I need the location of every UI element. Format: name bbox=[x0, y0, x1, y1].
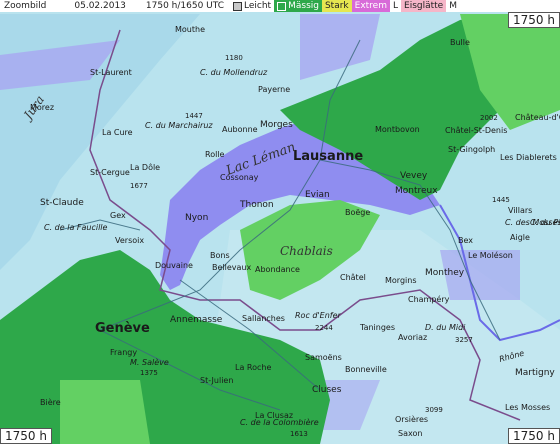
label-le-buet: Orsières bbox=[395, 414, 428, 424]
label-bex: Le Moléson bbox=[468, 250, 513, 260]
label-thonon: Thonon bbox=[239, 200, 274, 210]
label-les-diablerets: Aigle bbox=[510, 233, 530, 242]
legend-stark: Stark bbox=[321, 0, 352, 12]
label-chablais: Chablais bbox=[280, 244, 333, 258]
label-montbovon: St-Gingolph bbox=[448, 145, 495, 154]
label-frangy: Bière bbox=[40, 397, 61, 407]
label-aubonne: Rolle bbox=[205, 150, 225, 159]
label-aigle: Bex bbox=[458, 236, 473, 245]
label-st-claude: St-Claude bbox=[40, 198, 84, 208]
label-c-de-la-colombiere: C. de la Colombière bbox=[240, 417, 319, 427]
label-c-de-la-faucille: C. de la Faucille bbox=[44, 223, 108, 232]
label-evian: Evian bbox=[305, 190, 330, 200]
label-st-gingolph: Boëge bbox=[345, 208, 370, 217]
legend-m: M bbox=[449, 1, 457, 11]
label-mouthe: Mouthe bbox=[175, 25, 205, 34]
legend-l: L bbox=[393, 1, 399, 11]
altitude-bottom-right: 1750 h bbox=[508, 428, 560, 444]
label-annemasse: Annemasse bbox=[170, 315, 223, 325]
label-les-mosses: Villars bbox=[508, 206, 532, 215]
label-monthey: Monthey bbox=[425, 268, 465, 278]
label-abondance: Châtel bbox=[340, 273, 366, 282]
label-c-du-mollendruz: C. du Mollendruz bbox=[200, 68, 268, 77]
label-bonneville: La Roche bbox=[235, 363, 271, 372]
label-la-cure: St-Cergue bbox=[90, 168, 130, 177]
label-chateau-doex: Les Diablerets bbox=[500, 153, 557, 162]
label-douvaine: Bons bbox=[210, 251, 230, 260]
label-morges: Morges bbox=[260, 120, 293, 130]
altitude-top-right: 1750 h bbox=[508, 12, 560, 28]
height-1180: 1180 bbox=[225, 54, 243, 62]
legend-extrem: Extrem bbox=[351, 0, 390, 12]
height-3099: 3099 bbox=[425, 406, 443, 414]
weather-map: Mouthe St-Laurent Morez La Cure St-Cergu… bbox=[0, 0, 560, 444]
label-gex: Versoix bbox=[115, 236, 144, 245]
label-vevey: Vevey bbox=[400, 171, 428, 181]
map-time: 1750 h/1650 UTC bbox=[145, 1, 225, 11]
height-1677: 1677 bbox=[130, 182, 148, 190]
label-st-julien: Frangy bbox=[110, 348, 137, 357]
label-chatel-st-denis: Montbovon bbox=[375, 125, 420, 134]
label-versoix: Douvaine bbox=[155, 261, 193, 270]
height-2244: 2244 bbox=[315, 324, 333, 332]
height-1375: 1375 bbox=[140, 369, 158, 377]
legend-massig: Mässig bbox=[274, 0, 322, 12]
snowflake-icon bbox=[277, 1, 287, 11]
label-c-du-pillon: C. du Pillon bbox=[530, 218, 560, 227]
label-taninges: Samoëns bbox=[305, 353, 342, 362]
label-champery: Avoriaz bbox=[398, 333, 427, 342]
label-orsieres: Les Mosses bbox=[505, 403, 550, 412]
label-st-cergue: La Dôle bbox=[130, 162, 160, 172]
label-lausanne: Lausanne bbox=[293, 149, 363, 164]
label-chatel: Morgins bbox=[385, 276, 416, 285]
label-cluses: Cluses bbox=[312, 385, 342, 395]
legend-eisglatte: Eisglätte bbox=[401, 0, 447, 12]
precip-sw bbox=[60, 380, 150, 444]
label-d-du-midi: D. du Midi bbox=[425, 323, 466, 332]
height-1447: 1447 bbox=[185, 112, 203, 120]
label-montreux: Montreux bbox=[395, 186, 438, 196]
label-divonne: Gex bbox=[110, 211, 126, 220]
map-date: 05.02.2013 bbox=[74, 1, 126, 11]
height-2002: 2002 bbox=[480, 114, 498, 122]
label-nyon: Nyon bbox=[185, 213, 208, 223]
product-title: Zoombild bbox=[4, 1, 47, 11]
label-geneve: Genève bbox=[95, 321, 150, 336]
label-romont: Bulle bbox=[450, 38, 470, 47]
label-avoriaz: Taninges bbox=[359, 323, 395, 332]
map-header: Zoombild 05.02.2013 1750 h/1650 UTC Leic… bbox=[0, 0, 560, 12]
label-c-du-marchairuz: C. du Marchairuz bbox=[145, 121, 213, 130]
label-bellevaux: Abondance bbox=[255, 265, 300, 274]
label-cossonay: Payerne bbox=[258, 85, 290, 94]
label-m-saleve: M. Salève bbox=[130, 357, 169, 367]
label-morez: La Cure bbox=[102, 128, 133, 137]
label-martigny: Martigny bbox=[515, 368, 555, 378]
label-samoens: Bonneville bbox=[345, 365, 387, 374]
label-roc-denfer: Roc d'Enfer bbox=[295, 311, 342, 320]
height-3257: 3257 bbox=[455, 336, 473, 344]
height-1445: 1445 bbox=[492, 196, 510, 204]
label-la-roche: St-Julien bbox=[200, 376, 233, 385]
label-morgins: Champéry bbox=[408, 294, 450, 304]
height-1613: 1613 bbox=[290, 430, 308, 438]
label-fonçine: St-Laurent bbox=[90, 68, 132, 77]
altitude-bottom-left: 1750 h bbox=[0, 428, 52, 444]
label-bons: Bellevaux bbox=[212, 263, 251, 272]
label-biere: Aubonne bbox=[222, 125, 258, 134]
snowflake-icon bbox=[233, 1, 243, 11]
label-le-moleson: Châtel-St-Denis bbox=[445, 126, 507, 135]
label-boege: Sallanches bbox=[242, 314, 285, 323]
label-bulle: Château-d'Oex bbox=[515, 113, 560, 122]
legend-leicht: Leicht bbox=[230, 0, 274, 12]
label-argentiere: Saxon bbox=[398, 429, 422, 438]
